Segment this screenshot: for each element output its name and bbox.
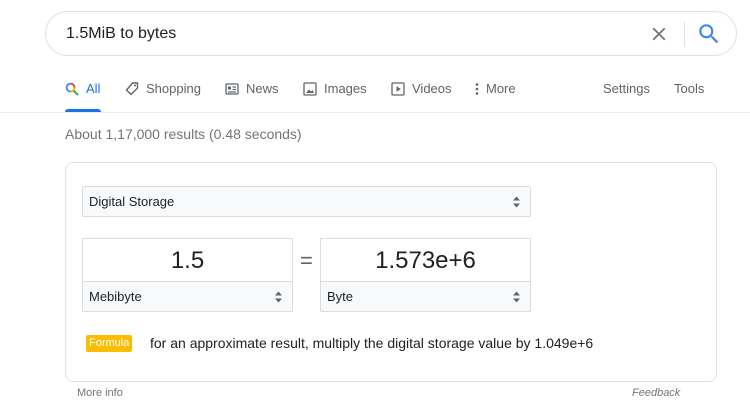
select-arrows-icon [275, 291, 282, 302]
search-icon [65, 82, 79, 96]
search-icon[interactable] [696, 21, 722, 47]
more-info-link[interactable]: More info [77, 387, 123, 399]
category-value: Digital Storage [89, 194, 175, 209]
unit-converter-card: Digital Storage 1.5 Mebibyte = 1.573e+6 … [65, 162, 717, 382]
newspaper-icon [225, 82, 239, 96]
tools-label: Tools [674, 81, 705, 96]
result-stats: About 1,17,000 results (0.48 seconds) [65, 126, 302, 142]
tab-label: News [246, 81, 279, 96]
search-divider [684, 21, 685, 47]
tab-more[interactable]: More [474, 74, 516, 112]
output-value-field[interactable]: 1.573e+6 [320, 238, 531, 282]
tag-icon [125, 82, 139, 96]
search-tabs: All Shopping News Images Videos More Set… [0, 74, 750, 112]
feedback-link[interactable]: Feedback [632, 387, 680, 399]
output-unit: Byte [327, 289, 354, 304]
tab-images[interactable]: Images [303, 74, 367, 112]
category-select[interactable]: Digital Storage [82, 186, 531, 217]
tab-videos[interactable]: Videos [391, 74, 452, 112]
formula-text: for an approximate result, multiply the … [150, 335, 594, 351]
image-icon [303, 82, 317, 96]
input-value: 1.5 [170, 246, 205, 274]
input-unit: Mebibyte [89, 289, 142, 304]
tab-label: More [486, 81, 516, 96]
equals-sign: = [300, 248, 313, 273]
select-arrows-icon [513, 291, 520, 302]
search-box [45, 11, 737, 56]
tab-label: All [86, 81, 101, 96]
tab-label: Images [324, 81, 367, 96]
vertical-dots-icon [474, 82, 480, 96]
tab-news[interactable]: News [225, 74, 279, 112]
play-icon [391, 82, 405, 96]
input-unit-select[interactable]: Mebibyte [82, 281, 293, 312]
settings-link[interactable]: Settings [603, 74, 650, 112]
tab-all[interactable]: All [65, 74, 101, 112]
select-arrows-icon [513, 196, 520, 207]
tab-label: Videos [412, 81, 452, 96]
input-value-field[interactable]: 1.5 [82, 238, 293, 282]
tools-link[interactable]: Tools [674, 74, 704, 112]
output-value: 1.573e+6 [375, 246, 476, 274]
tab-divider [0, 112, 750, 113]
clear-icon[interactable] [648, 23, 670, 45]
tab-shopping[interactable]: Shopping [125, 74, 201, 112]
search-input[interactable] [66, 12, 626, 55]
formula-badge: Formula [86, 335, 133, 352]
tab-label: Shopping [146, 81, 201, 96]
output-unit-select[interactable]: Byte [320, 281, 531, 312]
settings-label: Settings [603, 81, 650, 96]
